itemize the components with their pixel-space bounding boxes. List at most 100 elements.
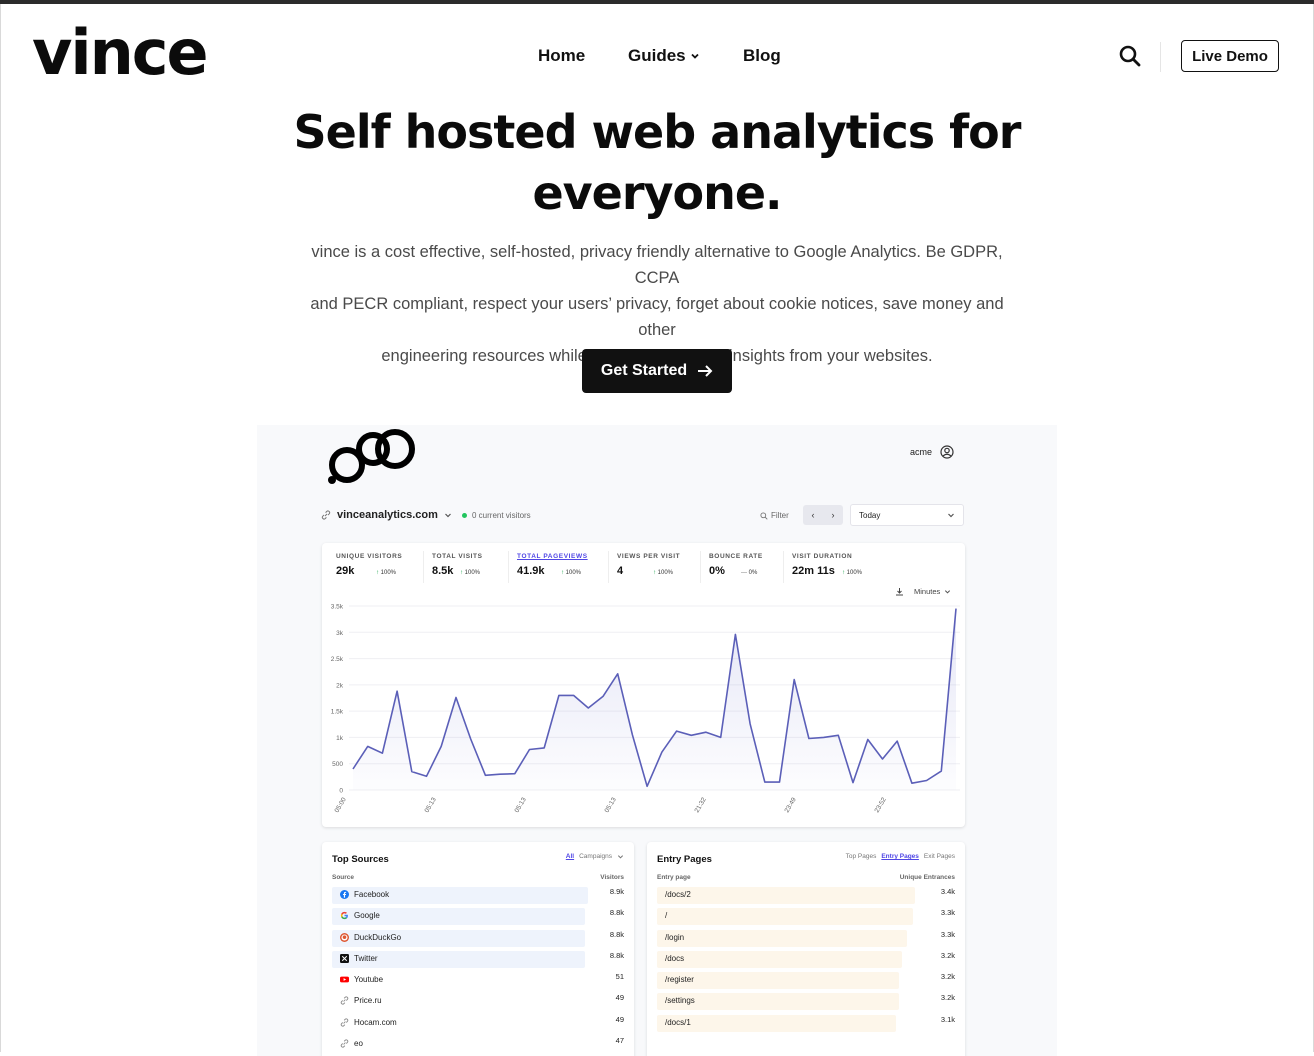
row-name: Youtube — [340, 975, 383, 984]
row-name: Twitter — [340, 953, 378, 963]
interval-select[interactable]: Minutes — [895, 587, 951, 596]
chevron-down-icon — [945, 590, 951, 594]
vince-logo[interactable]: vince — [32, 22, 209, 84]
hero-subtitle-line2: and PECR compliant, respect your users’ … — [310, 295, 1004, 339]
search-icon[interactable] — [1118, 44, 1142, 68]
stat-bounce-rate[interactable]: BOUNCE RATE 0% — 0% — [709, 553, 763, 577]
y-tick-label: 2.5k — [331, 656, 344, 663]
source-row[interactable]: eo 47 — [332, 1034, 624, 1055]
entry-page-row[interactable]: /docs/1 3.1k — [657, 1013, 955, 1034]
stat-visit-duration[interactable]: VISIT DURATION 22m 11s ↑ 100% — [792, 553, 862, 577]
row-name: Facebook — [340, 890, 389, 899]
row-label: Price.ru — [354, 996, 382, 1006]
hero-subtitle-line1: vince is a cost effective, self-hosted, … — [311, 243, 1003, 287]
stat-change: ↑ 100% — [842, 570, 862, 576]
row-name: /docs/1 — [665, 1018, 691, 1027]
stat-change: ↑ 100% — [460, 570, 480, 576]
row-name: Google — [340, 911, 380, 920]
stat-total-visits[interactable]: TOTAL VISITS 8.5k ↑ 100% — [432, 553, 483, 577]
row-value: 3.2k — [940, 972, 955, 982]
row-value: 51 — [615, 972, 624, 982]
stat-label: VISIT DURATION — [792, 553, 853, 560]
entry-page-row[interactable]: / 3.3k — [657, 906, 955, 927]
nav-blog-link[interactable]: Blog — [743, 46, 781, 66]
tab-exit-pages[interactable]: Exit Pages — [924, 853, 955, 860]
interval-label: Minutes — [914, 587, 941, 596]
stat-views-per-visit[interactable]: VIEWS PER VISIT 4 ↑ 100% — [617, 553, 680, 577]
x-tick-label: 05:13 — [514, 796, 528, 814]
source-row[interactable]: DuckDuckGo 8.8k — [332, 928, 624, 949]
tab-top-pages[interactable]: Top Pages — [846, 853, 877, 860]
period-select[interactable]: Today — [850, 504, 964, 526]
next-period-button[interactable]: › — [832, 510, 835, 520]
previous-period-button[interactable]: ‹ — [812, 510, 815, 520]
x-tick-label: 05:13 — [424, 796, 438, 814]
header-divider — [1160, 42, 1161, 72]
download-icon[interactable] — [895, 587, 904, 596]
hero-title: Self hosted web analytics for everyone. — [0, 102, 1314, 224]
stat-unique-visitors[interactable]: UNIQUE VISITORS 29k ↑ 100% — [336, 553, 402, 577]
google-icon — [340, 911, 349, 920]
get-started-button[interactable]: Get Started — [582, 349, 732, 393]
nav-home-link[interactable]: Home — [538, 46, 585, 66]
vince-mark-logo — [328, 429, 415, 484]
chevron-down-icon — [948, 513, 954, 518]
site-selector[interactable]: vinceanalytics.com — [321, 509, 452, 521]
row-label: Facebook — [354, 890, 390, 899]
x-tick-label: 05:13 — [604, 796, 618, 814]
tab-entry-pages[interactable]: Entry Pages — [881, 853, 919, 860]
row-label: /docs/1 — [665, 1017, 691, 1027]
hero-title-line2: everyone. — [532, 166, 782, 220]
row-label: /settings — [665, 996, 695, 1006]
tab-all[interactable]: All — [566, 853, 574, 860]
row-value: 3.4k — [940, 887, 955, 896]
user-menu[interactable]: acme — [910, 445, 954, 459]
search-icon — [760, 511, 768, 520]
row-label: /login — [665, 932, 685, 942]
x-tick-label: 05:00 — [334, 796, 348, 814]
column-header-unique-entrances: Unique Entrances — [899, 874, 955, 881]
source-row[interactable]: Youtube 51 — [332, 970, 624, 991]
x-twitter-icon — [340, 953, 349, 963]
row-name: /register — [665, 975, 694, 984]
stat-change: ↑ 100% — [653, 570, 673, 576]
entry-page-row[interactable]: /register 3.2k — [657, 970, 955, 991]
main-graph-card: UNIQUE VISITORS 29k ↑ 100% TOTAL VISITS 8.5k… — [322, 543, 965, 827]
y-tick-label: 1.5k — [331, 709, 344, 716]
entry-page-row[interactable]: /docs 3.2k — [657, 949, 955, 970]
row-label: /docs/2 — [665, 890, 691, 899]
nav-guides-dropdown[interactable]: Guides — [628, 46, 700, 66]
row-value: 49 — [615, 993, 624, 1003]
dashboard-preview: acme vinceanalytics.com 0 current visito… — [257, 425, 1057, 1056]
entry-page-row[interactable]: /docs/2 3.4k — [657, 885, 955, 906]
row-name: /settings — [665, 996, 695, 1005]
row-name: DuckDuckGo — [340, 932, 401, 942]
row-bar — [657, 950, 902, 968]
filter-button[interactable]: Filter — [760, 511, 789, 520]
stat-label: TOTAL VISITS — [432, 553, 483, 560]
stat-label: BOUNCE RATE — [709, 553, 763, 560]
source-row[interactable]: Hocam.com 49 — [332, 1013, 624, 1034]
nav-guides-label: Guides — [628, 46, 686, 65]
row-name: / — [665, 911, 667, 920]
arrow-right-icon — [698, 365, 713, 377]
source-row[interactable]: Facebook 8.9k — [332, 885, 624, 906]
entry-page-row[interactable]: /login 3.3k — [657, 928, 955, 949]
tab-campaigns[interactable]: Campaigns — [579, 853, 612, 860]
source-row[interactable]: Twitter 8.8k — [332, 949, 624, 970]
row-label: Hocam.com — [354, 1017, 397, 1027]
pageviews-chart: 0 500 1k 1.5k 2k 2.5k 3k 3.5k 05:00 05:13 05:13 05:… — [331, 604, 960, 814]
row-bar — [657, 887, 916, 904]
top-sources-list: Facebook 8.9k Google 8.8k DuckDuckGo 8.8k Twit… — [332, 885, 624, 1055]
live-demo-button[interactable]: Live Demo — [1181, 40, 1279, 72]
current-visitors-label: 0 current visitors — [472, 511, 531, 520]
stat-total-pageviews[interactable]: TOTAL PAGEVIEWS 41.9k ↑ 100% — [517, 553, 588, 577]
duckduckgo-icon — [340, 932, 349, 942]
top-sources-tabs: All Campaigns — [566, 853, 624, 860]
row-label: eo — [354, 1039, 363, 1049]
entry-page-row[interactable]: /settings 3.2k — [657, 991, 955, 1012]
source-row[interactable]: Price.ru 49 — [332, 991, 624, 1012]
source-row[interactable]: Google 8.8k — [332, 906, 624, 927]
stat-label: TOTAL PAGEVIEWS — [517, 553, 588, 560]
row-label: Twitter — [354, 953, 378, 963]
